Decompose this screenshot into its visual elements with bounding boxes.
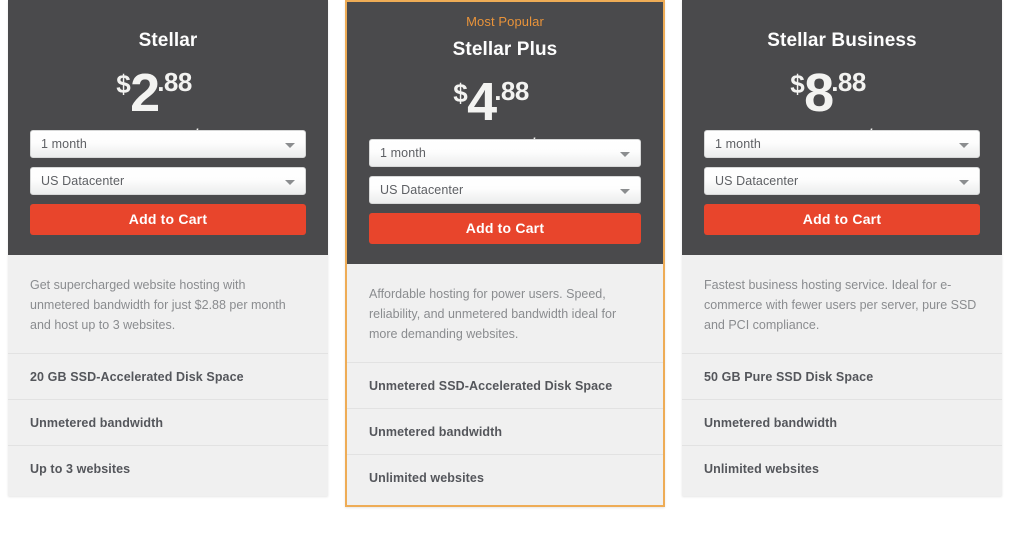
- add-to-cart-button[interactable]: Add to Cart: [30, 204, 306, 235]
- plan-price: $8.88/mo.: [704, 64, 980, 130]
- plan-title: Stellar Plus: [369, 37, 641, 63]
- add-to-cart-button[interactable]: Add to Cart: [369, 213, 641, 244]
- chevron-down-icon: [285, 180, 295, 185]
- term-select[interactable]: 1 month: [369, 139, 641, 167]
- datacenter-select[interactable]: US Datacenter: [704, 167, 980, 195]
- chevron-down-icon: [620, 189, 630, 194]
- plan-card-stellar-business: Stellar Business $8.88/mo. 1 month US Da…: [682, 0, 1002, 496]
- add-to-cart-button[interactable]: Add to Cart: [704, 204, 980, 235]
- chevron-down-icon: [959, 180, 969, 185]
- term-select[interactable]: 1 month: [30, 130, 306, 158]
- chevron-down-icon: [285, 143, 295, 148]
- pricing-table: Stellar $2.88/mo. 1 month US Datacenter …: [0, 0, 1024, 535]
- price-whole: 2: [130, 63, 159, 123]
- price-currency-symbol: $: [116, 69, 130, 99]
- plan-description: Affordable hosting for power users. Spee…: [347, 264, 663, 363]
- plan-title: Stellar Business: [704, 28, 980, 54]
- datacenter-select[interactable]: US Datacenter: [30, 167, 306, 195]
- datacenter-select-value: US Datacenter: [41, 168, 124, 194]
- plan-body: Affordable hosting for power users. Spee…: [347, 264, 663, 505]
- plan-price: $4.88/mo.: [369, 73, 641, 139]
- price-cents: .88: [494, 76, 529, 106]
- term-select-value: 1 month: [715, 131, 761, 157]
- price-cents: .88: [831, 67, 866, 97]
- plan-feature-item: Unmetered bandwidth: [347, 409, 663, 455]
- plan-body: Get supercharged website hosting with un…: [8, 255, 328, 496]
- price-currency-symbol: $: [453, 78, 467, 108]
- plan-title: Stellar: [30, 28, 306, 54]
- plan-feature-item: Unlimited websites: [347, 455, 663, 505]
- plan-card-stellar: Stellar $2.88/mo. 1 month US Datacenter …: [8, 0, 328, 496]
- plan-feature-item: Unmetered bandwidth: [8, 400, 328, 446]
- price-whole: 4: [467, 72, 496, 132]
- price-whole: 8: [804, 63, 833, 123]
- term-select-value: 1 month: [41, 131, 87, 157]
- plan-description: Get supercharged website hosting with un…: [8, 255, 328, 354]
- chevron-down-icon: [620, 152, 630, 157]
- plan-card-stellar-plus: Most Popular Stellar Plus $4.88/mo. 1 mo…: [345, 0, 665, 507]
- plan-header: Stellar Business $8.88/mo. 1 month US Da…: [682, 0, 1002, 255]
- plan-body: Fastest business hosting service. Ideal …: [682, 255, 1002, 496]
- datacenter-select[interactable]: US Datacenter: [369, 176, 641, 204]
- plan-price: $2.88/mo.: [30, 64, 306, 130]
- plan-feature-item: Unlimited websites: [682, 446, 1002, 496]
- term-select-value: 1 month: [380, 140, 426, 166]
- most-popular-badge: Most Popular: [369, 2, 641, 31]
- term-select[interactable]: 1 month: [704, 130, 980, 158]
- datacenter-select-value: US Datacenter: [380, 177, 463, 203]
- plan-header: Most Popular Stellar Plus $4.88/mo. 1 mo…: [347, 2, 663, 264]
- plan-description: Fastest business hosting service. Ideal …: [682, 255, 1002, 354]
- plan-feature-item: 20 GB SSD-Accelerated Disk Space: [8, 354, 328, 400]
- plan-card-list: Stellar $2.88/mo. 1 month US Datacenter …: [0, 0, 1024, 507]
- datacenter-select-value: US Datacenter: [715, 168, 798, 194]
- plan-header: Stellar $2.88/mo. 1 month US Datacenter …: [8, 0, 328, 255]
- price-currency-symbol: $: [790, 69, 804, 99]
- plan-feature-item: Up to 3 websites: [8, 446, 328, 496]
- plan-feature-item: Unmetered SSD-Accelerated Disk Space: [347, 363, 663, 409]
- badge-placeholder: [704, 0, 980, 22]
- price-cents: .88: [157, 67, 192, 97]
- chevron-down-icon: [959, 143, 969, 148]
- plan-feature-item: Unmetered bandwidth: [682, 400, 1002, 446]
- badge-placeholder: [30, 0, 306, 22]
- plan-feature-item: 50 GB Pure SSD Disk Space: [682, 354, 1002, 400]
